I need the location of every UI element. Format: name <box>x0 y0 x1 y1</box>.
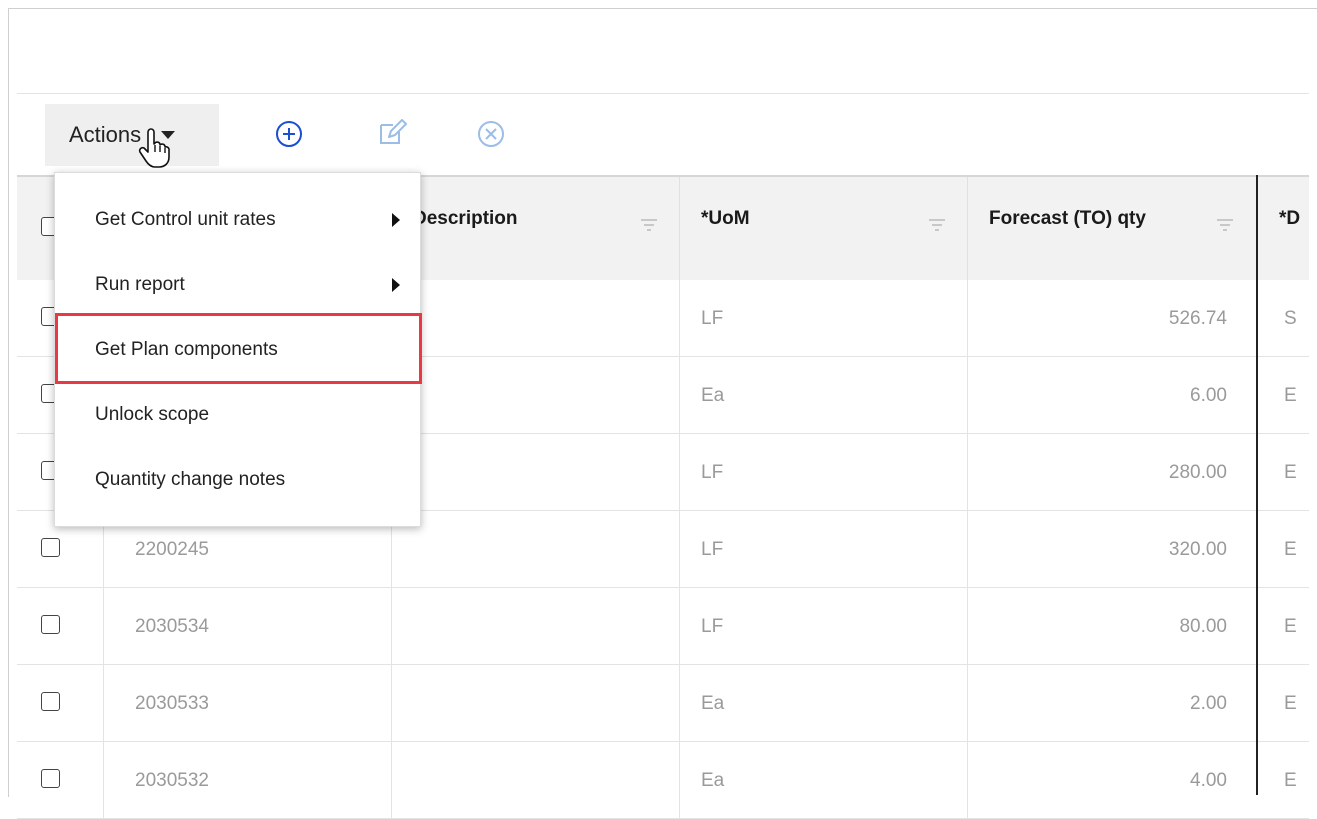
cell-d: E <box>1284 770 1297 791</box>
menu-item-get-control-unit-rates[interactable]: Get Control unit rates <box>55 187 422 253</box>
cell-forecast-qty: 280.00 <box>1168 462 1227 483</box>
frozen-column-divider <box>1256 175 1258 795</box>
column-separator <box>679 434 680 511</box>
column-separator <box>967 588 968 665</box>
actions-dropdown-menu: Get Control unit rates Run report Get Pl… <box>54 172 422 527</box>
column-header-label: Description <box>413 208 518 229</box>
cell-d: E <box>1284 462 1297 483</box>
column-separator <box>391 588 392 665</box>
column-separator <box>967 434 968 511</box>
hand-pointer-cursor-icon <box>138 128 170 168</box>
cell-uom: Ea <box>701 770 725 791</box>
actions-dropdown-button[interactable]: Actions <box>45 104 219 166</box>
cell-uom: LF <box>701 539 724 560</box>
menu-item-get-plan-components[interactable]: Get Plan components <box>55 317 422 383</box>
divider <box>17 93 1309 94</box>
column-header-uom[interactable]: *UoM <box>701 177 961 282</box>
menu-item-label: Unlock scope <box>95 404 210 425</box>
menu-item-label: Quantity change notes <box>95 469 286 490</box>
cell-forecast-qty: 526.74 <box>1168 308 1227 329</box>
cell-forecast-qty: 320.00 <box>1168 539 1227 560</box>
menu-item-label: Run report <box>95 274 185 295</box>
edit-icon[interactable] <box>377 117 407 147</box>
menu-item-unlock-scope[interactable]: Unlock scope <box>55 382 422 448</box>
cell-forecast-qty: 6.00 <box>1190 385 1227 406</box>
table-row[interactable]: 2030532 Ea 4.00 E <box>17 742 1309 819</box>
cell-forecast-qty: 80.00 <box>1179 616 1227 637</box>
column-separator <box>967 742 968 819</box>
cell-uom: LF <box>701 462 724 483</box>
cell-forecast-qty: 2.00 <box>1190 693 1227 714</box>
row-checkbox[interactable] <box>41 538 60 557</box>
cell-id: 2030532 <box>135 770 209 791</box>
column-header-d[interactable]: *D <box>1279 177 1309 282</box>
column-separator <box>967 665 968 742</box>
column-separator <box>679 511 680 588</box>
column-separator <box>679 357 680 434</box>
filter-icon[interactable] <box>927 217 947 233</box>
row-checkbox[interactable] <box>41 769 60 788</box>
row-checkbox[interactable] <box>41 692 60 711</box>
column-separator <box>679 588 680 665</box>
menu-item-quantity-change-notes[interactable]: Quantity change notes <box>55 447 422 513</box>
filter-icon[interactable] <box>1215 217 1235 233</box>
column-separator <box>679 280 680 357</box>
table-row[interactable]: 2030533 Ea 2.00 E <box>17 665 1309 742</box>
cell-id: 2030533 <box>135 693 209 714</box>
cell-d: E <box>1284 539 1297 560</box>
menu-item-label: Get Plan components <box>95 339 278 360</box>
table-row[interactable]: 2030534 LF 80.00 E <box>17 588 1309 665</box>
column-separator <box>679 665 680 742</box>
menu-item-label: Get Control unit rates <box>95 209 276 230</box>
column-separator <box>679 742 680 819</box>
column-separator <box>967 177 968 282</box>
cell-d: E <box>1284 385 1297 406</box>
cancel-circle-icon[interactable] <box>476 119 506 149</box>
cell-uom: Ea <box>701 385 725 406</box>
cell-d: E <box>1284 616 1297 637</box>
row-checkbox[interactable] <box>41 615 60 634</box>
submenu-arrow-icon <box>392 278 400 292</box>
column-separator <box>103 742 104 819</box>
column-separator <box>391 742 392 819</box>
cell-uom: LF <box>701 308 724 329</box>
column-header-label: *D <box>1279 208 1301 229</box>
column-separator <box>103 588 104 665</box>
column-separator <box>103 665 104 742</box>
filter-icon[interactable] <box>639 217 659 233</box>
column-separator <box>967 280 968 357</box>
toolbar: Actions <box>17 95 1309 175</box>
column-separator <box>967 511 968 588</box>
menu-item-run-report[interactable]: Run report <box>55 252 422 318</box>
cell-d: S <box>1284 308 1297 329</box>
submenu-arrow-icon <box>392 213 400 227</box>
column-separator <box>967 357 968 434</box>
column-separator <box>679 177 680 282</box>
cell-uom: Ea <box>701 693 725 714</box>
cell-uom: LF <box>701 616 724 637</box>
column-header-forecast-qty[interactable]: Forecast (TO) qty <box>989 177 1149 282</box>
actions-label: Actions <box>69 122 142 147</box>
cell-forecast-qty: 4.00 <box>1190 770 1227 791</box>
cell-d: E <box>1284 693 1297 714</box>
column-header-label: *UoM <box>701 208 750 229</box>
column-header-label: Forecast (TO) qty <box>989 208 1146 229</box>
add-circle-icon[interactable] <box>274 119 304 149</box>
cell-id: 2030534 <box>135 616 209 637</box>
column-separator <box>391 665 392 742</box>
